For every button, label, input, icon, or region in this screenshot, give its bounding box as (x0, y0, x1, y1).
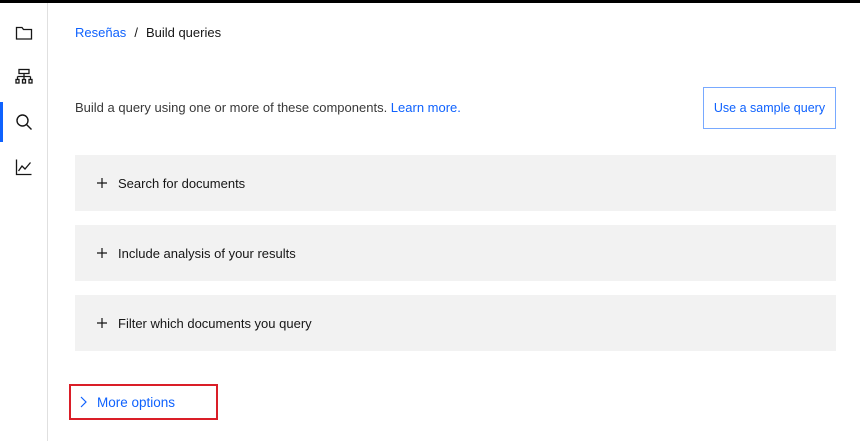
use-sample-query-button[interactable]: Use a sample query (703, 87, 836, 129)
component-label: Search for documents (118, 175, 246, 191)
main-content: Reseñas / Build queries Build a query us… (48, 3, 860, 441)
component-label: Include analysis of your results (118, 245, 296, 261)
hierarchy-icon (14, 68, 33, 84)
plus-icon (97, 318, 107, 328)
filter-documents-tile[interactable]: Filter which documents you query (75, 295, 836, 351)
nav-item-analytics[interactable] (0, 145, 47, 189)
nav-item-build-queries[interactable] (0, 100, 47, 144)
plus-icon (97, 248, 107, 258)
folder-icon (15, 26, 32, 40)
nav-item-hierarchy[interactable] (0, 55, 47, 99)
intro-text: Build a query using one or more of these… (75, 100, 461, 115)
breadcrumb-current: Build queries (145, 25, 222, 40)
search-icon (15, 114, 32, 130)
include-analysis-tile[interactable]: Include analysis of your results (75, 225, 836, 281)
nav-item-projects[interactable] (0, 11, 47, 55)
plus-icon (97, 178, 107, 188)
search-documents-tile[interactable]: Search for documents (75, 155, 836, 211)
intro-description: Build a query using one or more of these… (75, 100, 391, 115)
component-label: Filter which documents you query (118, 315, 312, 331)
breadcrumb: Reseñas / Build queries (75, 25, 221, 40)
chevron-right-icon (80, 396, 87, 408)
breadcrumb-separator: / (134, 25, 138, 40)
more-options-label: More options (97, 394, 176, 410)
breadcrumb-project-link[interactable]: Reseñas (75, 25, 126, 40)
more-options-toggle[interactable]: More options (69, 384, 218, 420)
chart-line-icon (15, 159, 31, 176)
side-nav (0, 3, 48, 441)
learn-more-link[interactable]: Learn more. (391, 100, 461, 115)
